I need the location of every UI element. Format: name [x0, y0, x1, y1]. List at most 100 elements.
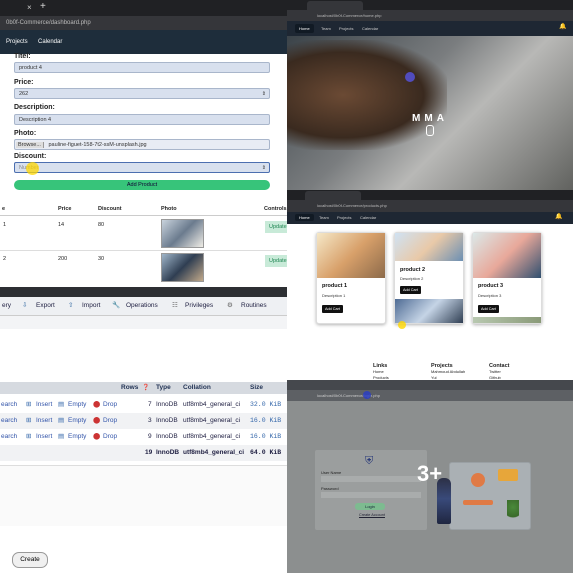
discount-label: Discount:: [14, 153, 47, 160]
collation: utf8mb4_general_ci: [183, 417, 241, 424]
insert-link[interactable]: Insert: [36, 397, 52, 413]
tab-operations[interactable]: Operations: [126, 297, 158, 315]
empty-link[interactable]: Empty: [68, 413, 86, 429]
titel-input[interactable]: product 4: [14, 62, 270, 73]
address-bar[interactable]: localhost/0b0f-Commerce/products.php: [287, 200, 573, 212]
footer-contact: Contact Twitter Github: [489, 363, 509, 380]
titel-label: Titel:: [14, 53, 31, 60]
hero-title: MMA: [412, 113, 448, 124]
collation: utf8mb4_general_ci: [183, 401, 241, 408]
password-label: Password: [321, 486, 339, 491]
photo-file-input[interactable]: Browse... pauline-figuet-158-7t2-ssM-uns…: [14, 139, 270, 150]
illustration-button: [463, 500, 493, 505]
add-cart-button[interactable]: Add Cart: [400, 286, 421, 294]
nav-home[interactable]: Home: [295, 214, 314, 221]
scroll-indicator-icon[interactable]: [426, 125, 434, 136]
size: 16.0 KiB: [250, 433, 282, 440]
tab-import[interactable]: Import: [82, 297, 100, 315]
update-button[interactable]: Update: [265, 255, 287, 267]
search-link[interactable]: earch: [1, 429, 17, 445]
product-title: product 3: [478, 283, 504, 289]
drop-link[interactable]: Drop: [103, 429, 117, 445]
illustration-chat-bubble: [498, 469, 518, 481]
description-label: Description:: [14, 104, 55, 111]
navbar: Projects Calendar: [0, 30, 287, 54]
search-link[interactable]: earch: [1, 413, 17, 429]
nav-projects[interactable]: Projects: [339, 26, 353, 31]
username-input[interactable]: [321, 476, 421, 482]
update-button[interactable]: Update: [265, 221, 287, 233]
tab-query[interactable]: ery: [2, 297, 11, 315]
export-icon: ⇩: [22, 302, 28, 309]
empty-link[interactable]: Empty: [68, 429, 86, 445]
col-header-discount: Discount: [98, 206, 122, 212]
nav-team[interactable]: Team: [319, 215, 329, 220]
insert-link[interactable]: Insert: [36, 429, 52, 445]
nav-projects[interactable]: Projects: [6, 30, 28, 54]
cell-id: 1: [3, 222, 7, 228]
drop-icon: ⬤: [93, 401, 101, 408]
rows-count: 3: [148, 417, 152, 424]
create-button[interactable]: Create: [12, 552, 48, 568]
product-photo: [161, 219, 204, 248]
empty-link[interactable]: Empty: [68, 397, 86, 413]
product-description: Description 1: [322, 293, 346, 298]
tab-privileges[interactable]: Privileges: [185, 297, 213, 315]
browser-tab[interactable]: [305, 191, 361, 200]
spinner-icon[interactable]: ⇕: [262, 163, 266, 174]
size-total: 64.0 KiB: [250, 449, 282, 456]
product-card[interactable]: product 2 Description 2 Add Cart: [394, 232, 464, 324]
col-header-price: Price: [58, 206, 72, 212]
drop-link[interactable]: Drop: [103, 413, 117, 429]
footer-project-1[interactable]: Mahmoud Abdullah: [431, 369, 465, 374]
nav-calendar[interactable]: Calendar: [360, 215, 376, 220]
insert-link[interactable]: Insert: [36, 413, 52, 429]
password-input[interactable]: [321, 492, 421, 498]
cursor-highlight: [26, 162, 39, 175]
address-bar[interactable]: localhost/0b0f-Commerce/login.php: [287, 390, 573, 401]
bell-icon[interactable]: 🔔: [555, 213, 562, 220]
add-cart-button[interactable]: Add Cart: [478, 305, 499, 313]
nav-calendar[interactable]: Calendar: [38, 30, 62, 54]
nav-projects[interactable]: Projects: [337, 215, 351, 220]
browse-button[interactable]: Browse...: [16, 142, 44, 148]
tab-export[interactable]: Export: [36, 297, 55, 315]
bell-icon[interactable]: 🔔: [559, 23, 566, 30]
discount-input[interactable]: Number⇕: [14, 162, 270, 173]
product-card[interactable]: product 3 Description 3 Add Cart: [472, 232, 542, 324]
horse-head: [287, 40, 447, 150]
cell-price: 200: [58, 256, 68, 262]
footer-link-home[interactable]: Home: [373, 369, 384, 374]
product-image: [395, 233, 463, 261]
price-input[interactable]: 262 ⇕: [14, 88, 270, 99]
nav-home[interactable]: Home: [295, 24, 314, 33]
cell-discount: 30: [98, 256, 105, 262]
login-button[interactable]: Login: [355, 503, 385, 510]
description-input[interactable]: Description 4: [14, 114, 270, 125]
browser-tab[interactable]: [307, 1, 363, 10]
address-bar[interactable]: localhost/0b0f-Commerce/home.php: [287, 10, 573, 21]
footer-twitter[interactable]: Twitter: [489, 369, 501, 374]
wrench-icon: 🔧: [112, 302, 121, 309]
divider: [0, 215, 287, 216]
tab-close-icon[interactable]: ×: [27, 3, 32, 12]
nav-calendar[interactable]: Calendar: [362, 26, 378, 31]
home-window: localhost/0b0f-Commerce/home.php Home Te…: [287, 0, 573, 190]
empty-icon: ▤: [58, 401, 65, 408]
col-rows[interactable]: Rows: [121, 382, 138, 394]
add-cart-button[interactable]: Add Cart: [322, 305, 343, 313]
cell-price: 14: [58, 222, 65, 228]
navbar: Home Team Projects Calendar 🔔: [287, 21, 573, 36]
add-product-button[interactable]: Add Product: [14, 180, 270, 190]
tab-routines[interactable]: Routines: [241, 297, 267, 315]
nav-team[interactable]: Team: [321, 26, 331, 31]
address-bar[interactable]: 0b0f-Commerce/dashboard.php: [0, 16, 287, 30]
spinner-icon[interactable]: ⇕: [262, 89, 266, 100]
search-link[interactable]: earch: [1, 397, 17, 413]
new-tab-icon[interactable]: +: [40, 1, 46, 12]
routines-icon: ⚙: [227, 302, 233, 309]
product-card[interactable]: product 1 Description 1 Add Cart: [316, 232, 386, 324]
create-account-link[interactable]: Create Account: [359, 513, 385, 517]
drop-link[interactable]: Drop: [103, 397, 117, 413]
help-icon[interactable]: ❓: [142, 384, 149, 391]
